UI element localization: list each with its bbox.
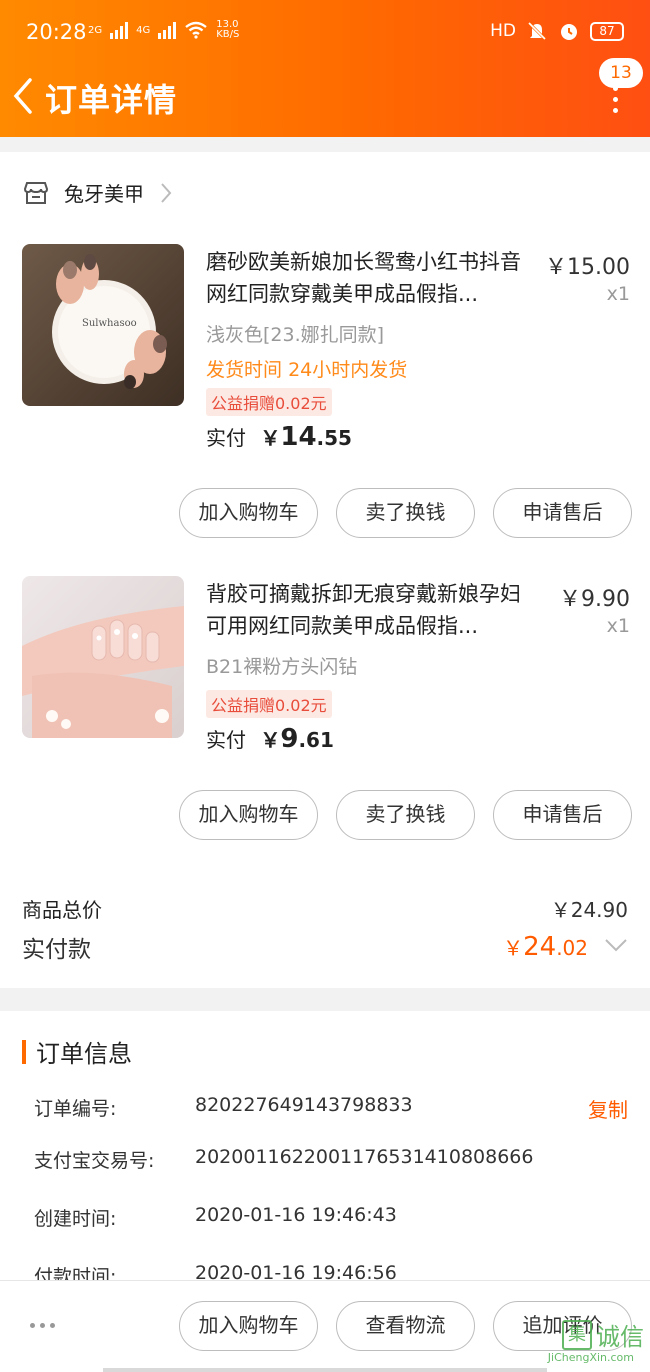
battery-icon: 87	[590, 21, 624, 41]
product-quantity: x1	[606, 283, 630, 305]
paid-decimal: .55	[316, 426, 352, 450]
product-image	[22, 576, 184, 738]
wifi-icon	[185, 21, 207, 39]
status-right-icons: HD 87	[490, 20, 624, 42]
signal-icon	[158, 21, 177, 39]
created-time-row: 创建时间: 2020-01-16 19:46:43	[34, 1204, 628, 1234]
goods-total-label: 商品总价	[22, 898, 102, 922]
network-type-1: 2G	[88, 24, 103, 36]
info-key: 创建时间:	[34, 1208, 117, 1230]
order-info-title-text: 订单信息	[36, 1040, 132, 1068]
watermark-text: 诚信	[596, 1323, 644, 1351]
site-watermark: 集 诚信 JiChengXin.com	[548, 1317, 644, 1364]
status-time: 20:28	[26, 20, 87, 44]
watermark-logo: 集	[562, 1319, 592, 1350]
product-price: ￥15.00	[545, 255, 630, 280]
network-type-2: 4G	[136, 24, 151, 36]
view-logistics-button[interactable]: 查看物流	[336, 1301, 475, 1351]
info-key: 支付宝交易号:	[34, 1150, 155, 1172]
resell-button[interactable]: 卖了换钱	[336, 790, 475, 840]
info-value: 820227649143798833	[195, 1094, 413, 1116]
goods-total-value: ￥24.90	[550, 898, 628, 922]
paid-amount: 实付 ￥9.61	[206, 724, 334, 754]
paid-total-row[interactable]: 实付款 ￥24.02	[22, 930, 630, 966]
goods-total-row: 商品总价 ￥24.90	[22, 894, 630, 924]
order-number-row: 订单编号: 820227649143798833 复制	[34, 1094, 628, 1124]
chevron-right-icon	[161, 182, 172, 203]
product-image: Sulwhasoo	[22, 244, 184, 406]
paid-integer: 9	[280, 724, 299, 754]
paid-currency: ￥	[260, 426, 281, 450]
item-actions: 加入购物车 卖了换钱 申请售后	[179, 488, 632, 538]
add-to-cart-button[interactable]: 加入购物车	[179, 790, 318, 840]
item-actions: 加入购物车 卖了换钱 申请售后	[179, 790, 632, 840]
paid-decimal: .61	[298, 728, 334, 752]
gesture-bar	[103, 1368, 547, 1372]
thumb-brand-text: Sulwhasoo	[82, 318, 137, 329]
product-thumbnail[interactable]	[22, 576, 184, 738]
product-thumbnail[interactable]: Sulwhasoo	[22, 244, 184, 406]
paid-currency: ￥	[260, 728, 281, 752]
info-key: 订单编号:	[34, 1098, 117, 1120]
charity-donation-badge: 公益捐赠0.02元	[206, 690, 332, 718]
product-title[interactable]: 磨砂欧美新娘加长鸳鸯小红书抖音网红同款穿戴美甲成品假指...	[206, 246, 536, 310]
paid-total-label: 实付款	[22, 937, 91, 963]
paid-time-row: 付款时间: 2020-01-16 19:46:56	[34, 1262, 628, 1280]
after-sales-button[interactable]: 申请售后	[493, 790, 632, 840]
back-arrow-icon[interactable]	[10, 76, 38, 116]
status-bar: 20:28 2G 4G 13.0 KB/S HD 87	[0, 0, 650, 66]
app-header: 20:28 2G 4G 13.0 KB/S HD 87 订单详情 13	[0, 0, 650, 137]
signal-icon	[110, 21, 129, 39]
info-key: 付款时间:	[34, 1266, 117, 1280]
info-value: 2020011622001176531410808666	[195, 1146, 534, 1168]
network-indicators: 2G 4G 13.0 KB/S	[88, 20, 239, 40]
shipping-time-label: 发货时间	[206, 359, 283, 381]
copy-order-number-button[interactable]: 复制	[588, 1094, 628, 1123]
paid-total-currency: ￥	[503, 936, 524, 960]
more-actions-icon[interactable]	[30, 1323, 55, 1328]
charity-donation-badge: 公益捐赠0.02元	[206, 388, 332, 416]
paid-amount: 实付 ￥14.55	[206, 422, 352, 452]
net-speed-unit: KB/S	[216, 29, 240, 40]
store-icon	[23, 181, 49, 204]
message-count-badge[interactable]: 13	[599, 58, 643, 88]
order-info-title: 订单信息	[22, 1034, 132, 1069]
info-value: 2020-01-16 19:46:43	[195, 1204, 397, 1226]
resell-button[interactable]: 卖了换钱	[336, 488, 475, 538]
info-value: 2020-01-16 19:46:56	[195, 1262, 397, 1280]
section-accent-bar	[22, 1039, 26, 1064]
paid-integer: 14	[280, 422, 317, 452]
watermark-url: JiChengXin.com	[547, 1351, 634, 1364]
bottom-action-bar: 加入购物车 查看物流 追加评价 集 诚信 JiChengXin.com	[0, 1280, 650, 1372]
chevron-down-icon[interactable]	[604, 938, 628, 952]
product-quantity: x1	[606, 615, 630, 637]
product-sku: B21裸粉方头闪钻	[206, 656, 358, 678]
page-title: 订单详情	[45, 81, 178, 119]
paid-total-value: ￥24.02	[503, 932, 588, 962]
product-sku: 浅灰色[23.娜扎同款]	[206, 324, 385, 346]
shop-header[interactable]: 兔牙美甲	[22, 178, 172, 207]
paid-label: 实付	[206, 426, 246, 450]
more-menu-button[interactable]	[606, 86, 624, 114]
product-title[interactable]: 背胶可摘戴拆卸无痕穿戴新娘孕妇可用网红同款美甲成品假指...	[206, 578, 536, 642]
paid-total-integer: 24	[523, 932, 557, 962]
paid-label: 实付	[206, 728, 246, 752]
net-speed: 13.0 KB/S	[216, 20, 239, 40]
shipping-time-value: 24小时内发货	[288, 359, 408, 381]
shipping-time: 发货时间 24小时内发货	[206, 355, 407, 382]
alarm-icon	[561, 24, 577, 40]
paid-total-decimal: .02	[556, 936, 588, 960]
nav-bar: 订单详情	[0, 66, 650, 128]
shop-name[interactable]: 兔牙美甲	[64, 178, 144, 207]
mute-icon	[527, 21, 547, 41]
product-price: ￥9.90	[559, 587, 630, 612]
add-to-cart-button[interactable]: 加入购物车	[179, 1301, 318, 1351]
hd-indicator: HD	[490, 21, 516, 41]
after-sales-button[interactable]: 申请售后	[493, 488, 632, 538]
add-to-cart-button[interactable]: 加入购物车	[179, 488, 318, 538]
alipay-trade-number-row: 支付宝交易号: 2020011622001176531410808666	[34, 1146, 628, 1176]
